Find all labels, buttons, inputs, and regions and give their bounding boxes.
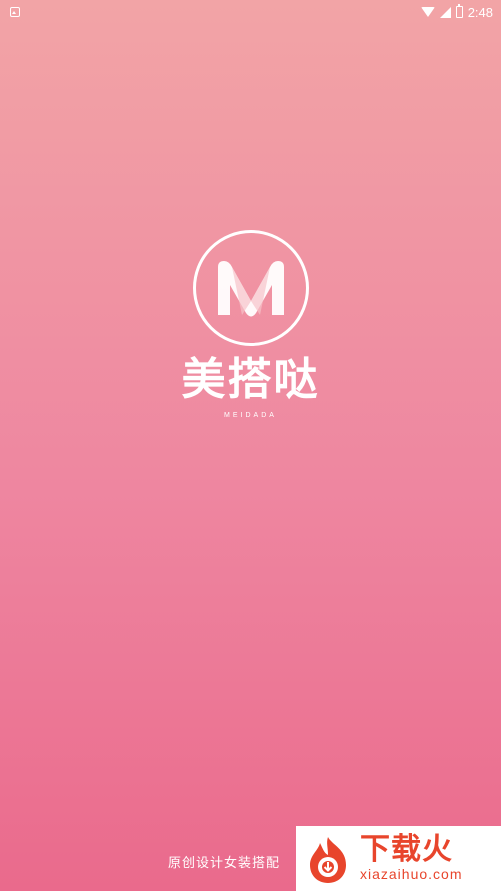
watermark-name: 下载火 (360, 832, 453, 868)
status-right: 2:48 (420, 4, 493, 20)
flame-logo-icon (310, 836, 346, 883)
slogan-text: 原创设计女装搭配 (168, 856, 281, 871)
app-subtitle: MEIDADA (224, 412, 277, 419)
logo-circle (192, 230, 309, 346)
status-left (10, 7, 20, 17)
m-logo-icon (217, 261, 284, 317)
battery-icon (455, 4, 463, 18)
notification-icon (10, 7, 20, 17)
splash-logo: 美搭哒 MEIDADA (0, 230, 501, 419)
wifi-icon (420, 7, 435, 17)
status-time: 2:48 (467, 4, 493, 20)
signal-icon (439, 6, 451, 18)
app-name: 美搭哒 (181, 354, 320, 405)
status-bar: 2:48 (0, 0, 501, 24)
watermark-text: 下载火 xiazaihuo.com (360, 834, 463, 882)
watermark-badge: 下载火 xiazaihuo.com (296, 826, 501, 891)
watermark-domain: xiazaihuo.com (360, 865, 463, 882)
